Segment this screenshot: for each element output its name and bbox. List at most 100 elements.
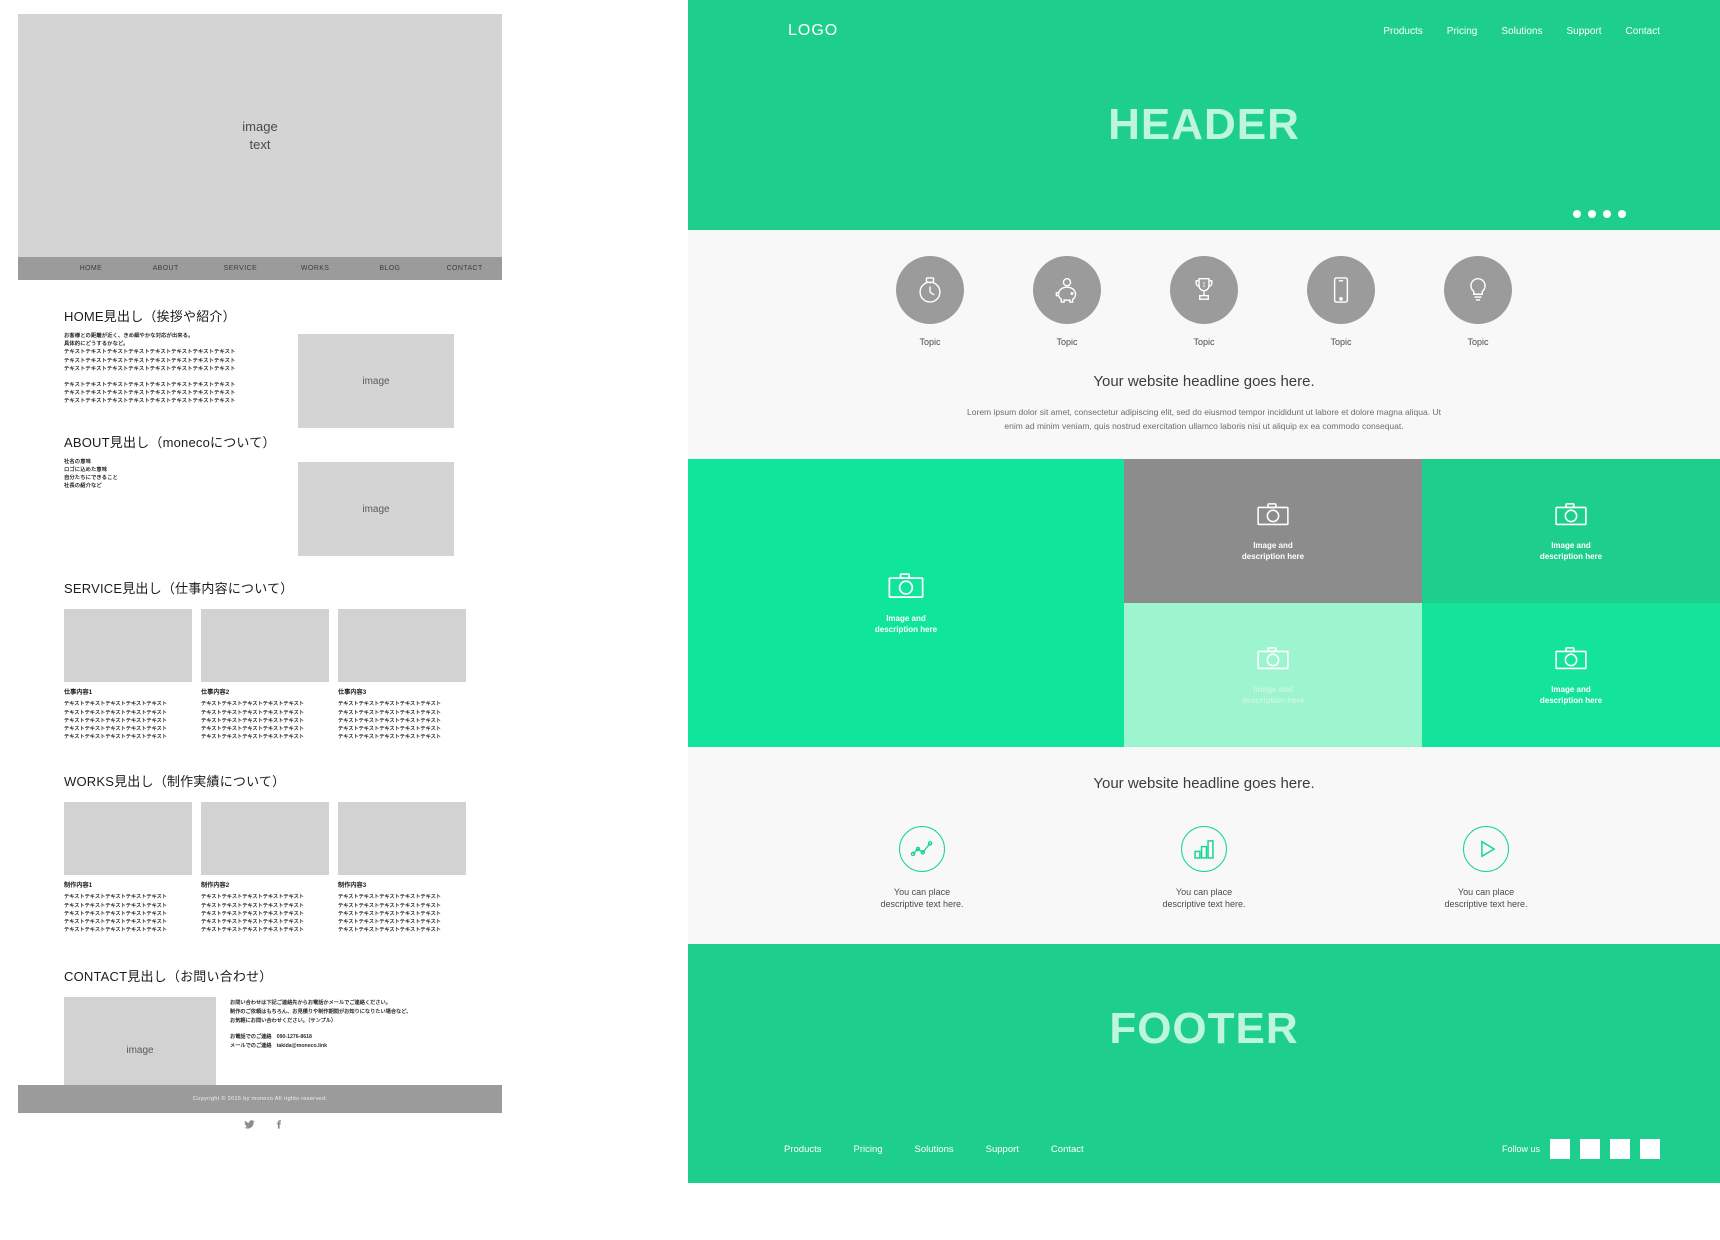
works-card-title: 制作内容3 [338, 882, 367, 890]
bar-chart-icon [1181, 826, 1227, 872]
play-button-icon [1463, 826, 1509, 872]
about-body-text: 社名の意味 ロゴに込めた意味 自分たちにできること 社長の紹介など [64, 458, 118, 490]
footer-nav-solutions[interactable]: Solutions [915, 1144, 954, 1155]
social-icon-placeholder[interactable] [1610, 1139, 1630, 1159]
social-icon-placeholder[interactable] [1640, 1139, 1660, 1159]
service-card-title: 仕事内容1 [64, 689, 93, 697]
hero-image-placeholder: image text [18, 14, 502, 257]
works-card-thumbnail [338, 802, 466, 876]
feature-row: You can place descriptive text here. You… [688, 826, 1720, 910]
service-card[interactable]: 仕事内容3 テキストテキストテキストテキストテキスト テキストテキストテキストテ… [338, 609, 466, 741]
image-gallery-grid: Image and description here Image and des… [688, 459, 1720, 747]
carousel-dot[interactable] [1603, 210, 1611, 218]
lightbulb-icon [1444, 256, 1512, 324]
right-main-navigation: Products Pricing Solutions Support Conta… [1383, 26, 1660, 37]
works-section-heading: WORKS見出し（制作実績について） [64, 774, 286, 790]
gallery-caption: Image and description here [1539, 540, 1603, 561]
footer-navigation: Products Pricing Solutions Support Conta… [784, 1144, 1084, 1155]
contact-spacer [230, 1025, 411, 1033]
logo[interactable]: LOGO [788, 22, 838, 40]
works-card-list: 制作内容1 テキストテキストテキストテキストテキスト テキストテキストテキストテ… [64, 802, 502, 934]
works-card-thumbnail [201, 802, 329, 876]
works-card[interactable]: 制作内容3 テキストテキストテキストテキストテキスト テキストテキストテキストテ… [338, 802, 466, 934]
social-icon-placeholder[interactable] [1580, 1139, 1600, 1159]
gallery-caption: Image and description here [1241, 684, 1305, 705]
nav-item-service[interactable]: SERVICE [203, 265, 278, 272]
nav-item-contact[interactable]: Contact [1626, 26, 1660, 37]
section-headline: Your website headline goes here. [1093, 373, 1315, 390]
topic-item[interactable]: Topic [1032, 256, 1102, 347]
home-section-heading: HOME見出し（挨拶や紹介） [64, 309, 236, 324]
nav-item-home[interactable]: HOME [54, 265, 129, 272]
works-card-title: 制作内容2 [201, 882, 230, 890]
feature-item[interactable]: You can place descriptive text here. [1406, 826, 1566, 910]
line-chart-icon [899, 826, 945, 872]
facebook-icon[interactable] [273, 1117, 284, 1135]
topic-item[interactable]: Topic [1443, 256, 1513, 347]
topic-row: Topic Topic 1 Topic Topic Topic [688, 256, 1720, 347]
gallery-cell[interactable]: Image and description here [1422, 603, 1720, 747]
social-icon-placeholder[interactable] [1550, 1139, 1570, 1159]
topic-item[interactable]: 1 Topic [1169, 256, 1239, 347]
service-card-thumbnail [201, 609, 329, 683]
nav-item-support[interactable]: Support [1567, 26, 1602, 37]
carousel-dot[interactable] [1573, 210, 1581, 218]
gallery-caption: Image and description here [1241, 540, 1305, 561]
carousel-dot[interactable] [1618, 210, 1626, 218]
topic-label: Topic [1467, 337, 1489, 347]
feature-item[interactable]: You can place descriptive text here. [842, 826, 1002, 910]
nav-item-pricing[interactable]: Pricing [1447, 26, 1478, 37]
follow-us-label: Follow us [1501, 1144, 1540, 1154]
left-website-mockup: image text HOME ABOUT SERVICE WORKS BLOG… [18, 14, 502, 1130]
feature-text: You can place descriptive text here. [880, 887, 964, 909]
follow-us-block: Follow us [1502, 1139, 1660, 1159]
home-image-placeholder: image [298, 334, 454, 428]
footer-nav-contact[interactable]: Contact [1051, 1144, 1084, 1155]
trophy-icon: 1 [1170, 256, 1238, 324]
footer-nav-support[interactable]: Support [986, 1144, 1019, 1155]
footer-title: FOOTER [1109, 1004, 1299, 1053]
gallery-cell[interactable]: Image and description here [1422, 459, 1720, 603]
service-card-text: テキストテキストテキストテキストテキスト テキストテキストテキストテキストテキス… [338, 701, 441, 741]
footer-nav-pricing[interactable]: Pricing [854, 1144, 883, 1155]
right-footer-banner: FOOTER Products Pricing Solutions Suppor… [688, 944, 1720, 1183]
works-card-thumbnail [64, 802, 192, 876]
nav-item-solutions[interactable]: Solutions [1501, 26, 1542, 37]
twitter-icon[interactable] [244, 1117, 255, 1135]
footer-nav-products[interactable]: Products [784, 1144, 822, 1155]
nav-item-blog[interactable]: BLOG [353, 265, 428, 272]
service-section-heading: SERVICE見出し（仕事内容について） [64, 581, 294, 597]
nav-item-contact[interactable]: CONTACT [427, 265, 502, 272]
feature-text: You can place descriptive text here. [1444, 887, 1528, 909]
nav-item-about[interactable]: ABOUT [128, 265, 203, 272]
gallery-cell-group: Image and description here Image and des… [1124, 459, 1720, 747]
nav-item-products[interactable]: Products [1383, 26, 1422, 37]
contact-email[interactable]: メールでのご連絡 takida@moneco.link [230, 1042, 411, 1051]
features-section: Your website headline goes here. You can… [688, 747, 1720, 944]
gallery-cell[interactable]: Image and description here [1124, 459, 1422, 603]
home-body-paragraph-2: テキストテキストテキストテキストテキストテキストテキストテキスト テキストテキス… [64, 382, 236, 405]
works-card[interactable]: 制作内容2 テキストテキストテキストテキストテキスト テキストテキストテキストテ… [201, 802, 329, 934]
nav-item-works[interactable]: WORKS [278, 265, 353, 272]
section-paragraph: Lorem ipsum dolor sit amet, consectetur … [967, 407, 1441, 431]
works-card[interactable]: 制作内容1 テキストテキストテキストテキストテキスト テキストテキストテキストテ… [64, 802, 192, 934]
camera-icon [887, 571, 925, 606]
social-links [244, 1117, 502, 1135]
service-card[interactable]: 仕事内容1 テキストテキストテキストテキストテキスト テキストテキストテキストテ… [64, 609, 192, 741]
service-card-thumbnail [338, 609, 466, 683]
gallery-cell[interactable]: Image and description here [1124, 603, 1422, 747]
hero-image-label-line1: image [242, 118, 278, 134]
feature-item[interactable]: You can place descriptive text here. [1124, 826, 1284, 910]
about-section: ABOUT見出し（monecoについて） 社名の意味 ロゴに込めた意味 自分たち… [64, 432, 289, 491]
about-section-heading: ABOUT見出し（monecoについて） [64, 434, 276, 450]
service-card-title: 仕事内容2 [201, 689, 230, 697]
gallery-cell-large[interactable]: Image and description here [688, 459, 1124, 747]
service-card-list: 仕事内容1 テキストテキストテキストテキストテキスト テキストテキストテキストテ… [64, 609, 502, 741]
carousel-dot[interactable] [1588, 210, 1596, 218]
topic-item[interactable]: Topic [895, 256, 965, 347]
topic-label: Topic [1193, 337, 1215, 347]
header-title: HEADER [1108, 100, 1300, 149]
topic-item[interactable]: Topic [1306, 256, 1376, 347]
headline-section: Your website headline goes here. Lorem i… [688, 347, 1720, 459]
service-card[interactable]: 仕事内容2 テキストテキストテキストテキストテキスト テキストテキストテキストテ… [201, 609, 329, 741]
